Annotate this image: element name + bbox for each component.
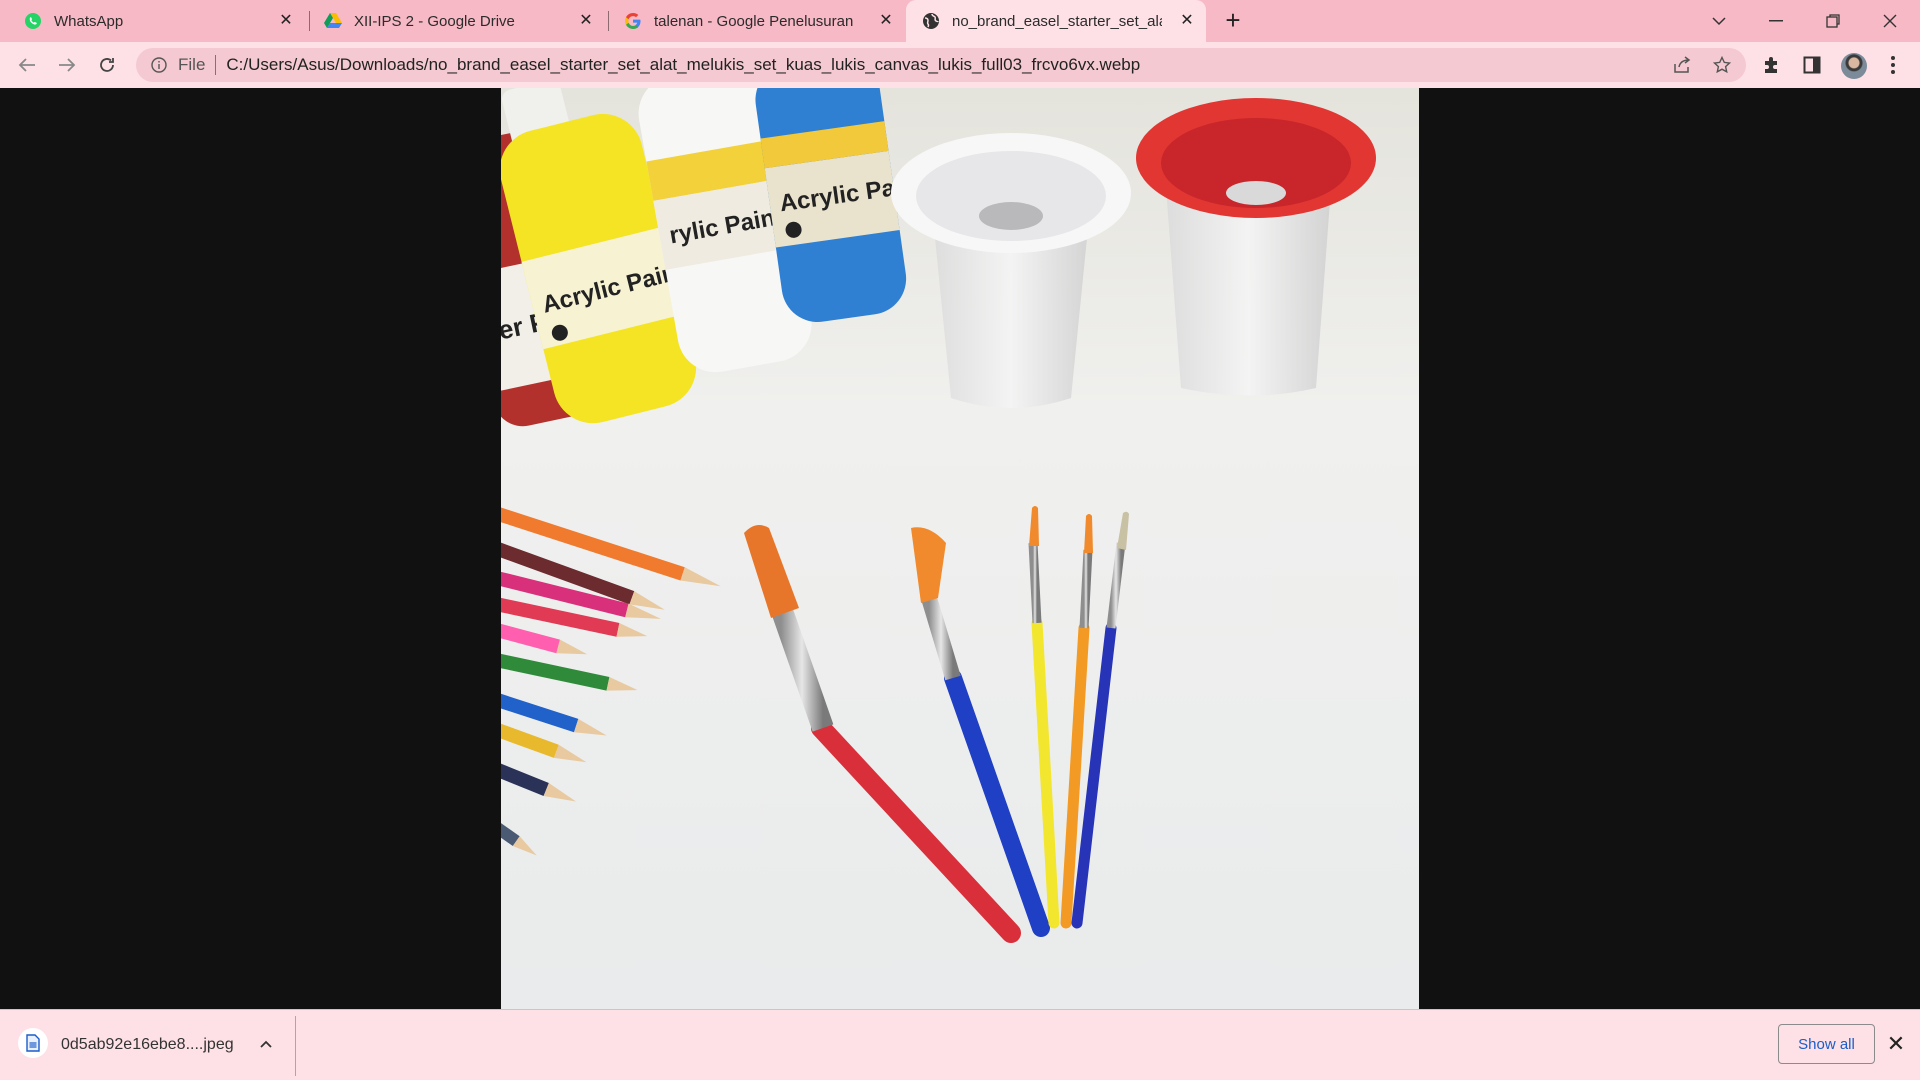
- info-icon[interactable]: [150, 56, 168, 74]
- tab-title: talenan - Google Penelusuran: [654, 12, 854, 30]
- arrow-right-icon: [59, 58, 76, 72]
- side-panel-icon[interactable]: [1801, 54, 1823, 76]
- tab-title: XII-IPS 2 - Google Drive: [354, 12, 515, 30]
- restore-icon: [1826, 14, 1840, 28]
- browser-toolbar: File C:/Users/Asus/Downloads/no_brand_ea…: [0, 42, 1920, 88]
- forward-button[interactable]: [52, 50, 82, 80]
- chevron-down-icon: [1712, 17, 1726, 26]
- back-button[interactable]: [12, 50, 42, 80]
- google-icon: [624, 12, 642, 30]
- new-tab-button[interactable]: +: [1220, 7, 1246, 34]
- tab-title: WhatsApp: [54, 12, 124, 30]
- close-icon[interactable]: ✕: [277, 12, 295, 30]
- globe-icon: [922, 12, 940, 30]
- profile-avatar[interactable]: [1841, 53, 1867, 79]
- art-supplies-illustration: er Paint Acrylic Paint rylic Paint Acryl…: [501, 88, 1419, 1009]
- extensions-puzzle-icon[interactable]: [1761, 54, 1783, 76]
- close-icon[interactable]: ✕: [877, 12, 895, 30]
- image-file-icon[interactable]: [18, 1028, 48, 1058]
- more-menu-icon[interactable]: [1882, 54, 1904, 76]
- download-file-name[interactable]: 0d5ab92e16ebe8....jpeg: [61, 1036, 234, 1054]
- chevron-up-icon[interactable]: [256, 1034, 276, 1054]
- product-photo: er Paint Acrylic Paint rylic Paint Acryl…: [501, 88, 1419, 1009]
- reload-icon: [100, 58, 114, 72]
- minimize-icon: [1769, 20, 1783, 22]
- bookmark-star-icon[interactable]: [1711, 54, 1733, 76]
- close-icon[interactable]: ✕: [1886, 1033, 1906, 1055]
- arrow-left-icon: [18, 58, 35, 72]
- tab-image-file[interactable]: no_brand_easel_starter_set_alat_melukis_…: [906, 0, 1206, 42]
- minimize-button[interactable]: [1748, 0, 1804, 42]
- tab-strip: WhatsApp ✕ XII-IPS 2 - Google Drive ✕ ta…: [0, 0, 1920, 42]
- tab-title: no_brand_easel_starter_set_alat_melukis_…: [952, 12, 1162, 30]
- close-icon: [1883, 14, 1897, 28]
- tab-search-button[interactable]: [1691, 0, 1747, 42]
- reload-button[interactable]: [92, 50, 122, 80]
- close-window-button[interactable]: [1862, 0, 1918, 42]
- url-scheme-label: File: [178, 55, 206, 74]
- address-bar[interactable]: File C:/Users/Asus/Downloads/no_brand_ea…: [136, 48, 1746, 82]
- whatsapp-icon: [24, 12, 42, 30]
- close-icon[interactable]: ✕: [577, 12, 595, 30]
- share-icon[interactable]: [1671, 54, 1693, 76]
- tab-google-search[interactable]: talenan - Google Penelusuran ✕: [600, 0, 905, 42]
- url-text[interactable]: C:/Users/Asus/Downloads/no_brand_easel_s…: [226, 55, 1140, 75]
- google-drive-icon: [324, 12, 342, 30]
- show-all-button[interactable]: Show all: [1778, 1024, 1875, 1064]
- url-separator: [215, 55, 217, 75]
- tab-google-drive[interactable]: XII-IPS 2 - Google Drive ✕: [300, 0, 605, 42]
- close-icon[interactable]: ✕: [1178, 12, 1196, 30]
- image-viewer: er Paint Acrylic Paint rylic Paint Acryl…: [0, 88, 1920, 1009]
- tab-whatsapp[interactable]: WhatsApp ✕: [0, 0, 305, 42]
- download-bar: 0d5ab92e16ebe8....jpeg Show all ✕: [0, 1009, 1920, 1080]
- restore-button[interactable]: [1805, 0, 1861, 42]
- download-separator: [295, 1016, 296, 1076]
